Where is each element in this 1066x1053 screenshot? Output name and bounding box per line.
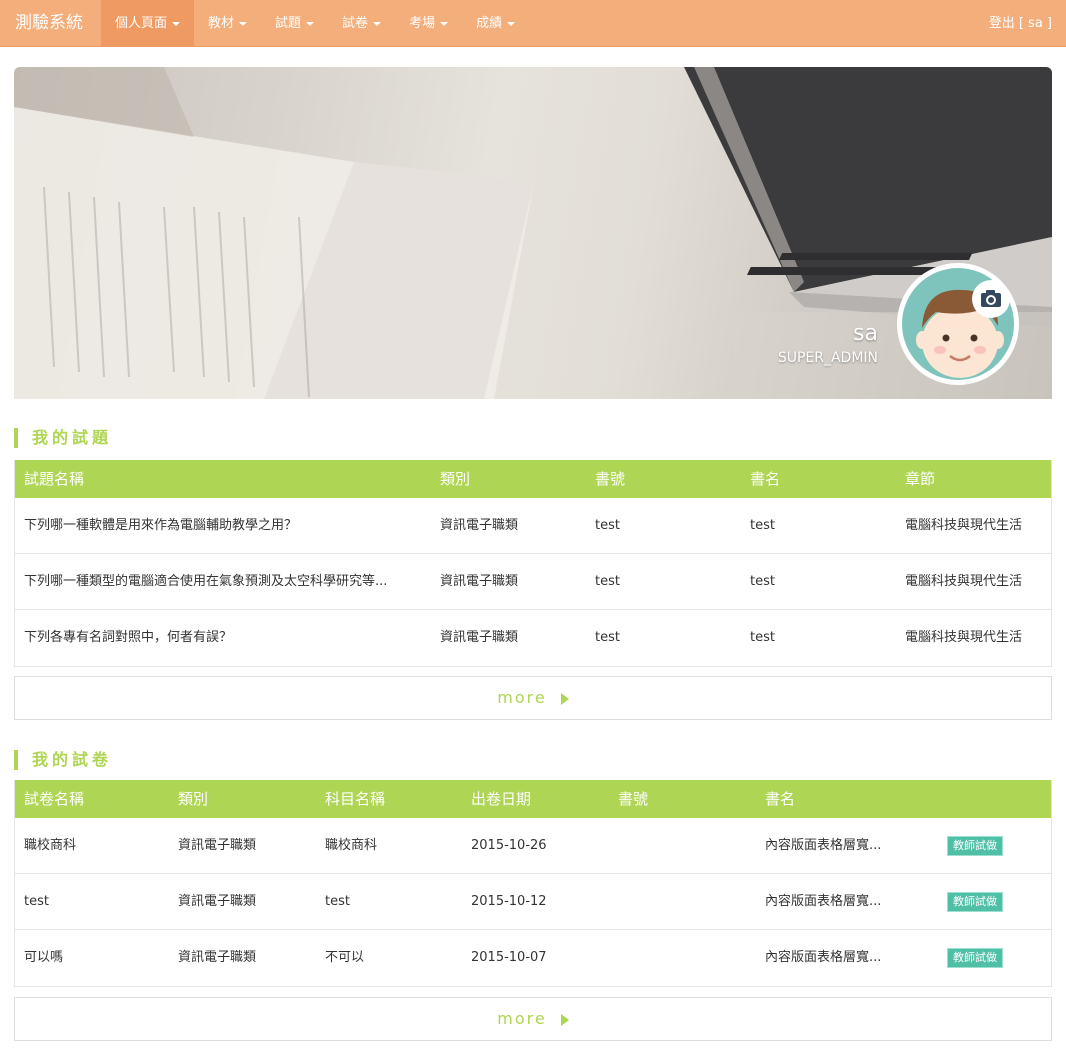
table-cell: 2015-10-26 bbox=[471, 838, 547, 853]
camera-icon bbox=[981, 290, 1001, 307]
table-cell: 職校商科 bbox=[325, 838, 378, 853]
nav-item-label: 試卷 bbox=[342, 16, 369, 31]
caret-down-icon bbox=[172, 21, 181, 26]
badge-cell: 教師試做 bbox=[938, 818, 1051, 873]
nav-item-1[interactable]: 教材 bbox=[194, 0, 261, 47]
table-cell: test bbox=[325, 894, 350, 909]
table-cell: 電腦科技與現代生活 bbox=[905, 574, 1023, 589]
table-cell: 內容版面表格層寬... bbox=[765, 838, 882, 853]
table-cell: 資訊電子職類 bbox=[178, 950, 257, 965]
table-cell: 資訊電子職類 bbox=[178, 894, 257, 909]
nav-item-label: 個人頁面 bbox=[115, 16, 168, 31]
caret-down-icon bbox=[373, 21, 382, 26]
nav-item-label: 試題 bbox=[275, 16, 302, 31]
table-cell: 2015-10-12 bbox=[471, 894, 547, 909]
table-cell bbox=[609, 930, 756, 986]
exams-table-header: 試卷名稱 類別 科目名稱 出卷日期 書號 書名 bbox=[15, 780, 1051, 818]
questions-section-title: 我的試題 bbox=[14, 428, 112, 448]
teacher-trial-button[interactable]: 教師試做 bbox=[947, 947, 1003, 968]
caret-down-icon bbox=[507, 21, 516, 26]
nav-item-4[interactable]: 考場 bbox=[395, 0, 462, 47]
badge-cell: 教師試做 bbox=[938, 874, 1051, 929]
nav-item-0[interactable]: 個人頁面 bbox=[101, 0, 195, 47]
table-row[interactable]: test 資訊電子職類 test 2015-10-12 內容版面表格層寬... 教師試做 bbox=[15, 874, 1051, 930]
nav-item-label: 考場 bbox=[409, 16, 436, 31]
nav-item-label: 教材 bbox=[208, 16, 235, 31]
table-cell: test bbox=[750, 630, 775, 645]
nav-item-2[interactable]: 試題 bbox=[261, 0, 328, 47]
table-cell: 電腦科技與現代生活 bbox=[905, 518, 1023, 533]
table-row[interactable]: 下列各專有名詞對照中，何者有誤？ 資訊電子職類 test test 電腦科技與現代生活 bbox=[15, 610, 1051, 666]
questions-more-button[interactable]: more bbox=[14, 676, 1052, 720]
table-cell: 資訊電子職類 bbox=[440, 630, 519, 645]
nav-item-3[interactable]: 試卷 bbox=[328, 0, 395, 47]
banner-photo bbox=[14, 67, 1052, 399]
table-cell: 下列哪一種軟體是用來作為電腦輔助教學之用？ bbox=[24, 518, 298, 533]
column-header[interactable]: 科目名稱 bbox=[316, 780, 462, 818]
table-row[interactable]: 下列哪一種類型的電腦適合使用在氣象預測及太空科學研究等... 資訊電子職類 test… bbox=[15, 554, 1051, 610]
column-header[interactable]: 書號 bbox=[609, 780, 756, 818]
table-cell: test bbox=[595, 518, 620, 533]
table-cell: 不可以 bbox=[325, 950, 365, 965]
table-row[interactable]: 職校商科 資訊電子職類 職校商科 2015-10-26 內容版面表格層寬... 教師試做 bbox=[15, 818, 1051, 874]
column-header[interactable]: 章節 bbox=[896, 460, 1051, 498]
table-cell: test bbox=[595, 574, 620, 589]
nav-menu: 個人頁面 教材 試題 試卷 考場 成績 bbox=[101, 0, 529, 47]
table-cell bbox=[609, 874, 756, 929]
profile-banner: sa SUPER_ADMIN bbox=[14, 67, 1052, 399]
table-cell: 職校商科 bbox=[24, 838, 77, 853]
table-cell: test bbox=[24, 894, 49, 909]
caret-down-icon bbox=[440, 21, 449, 26]
column-header[interactable]: 書號 bbox=[586, 460, 741, 498]
badge-cell: 教師試做 bbox=[938, 930, 1051, 986]
questions-table: 試題名稱 類別 書號 書名 章節 下列哪一種軟體是用來作為電腦輔助教學之用？ 資訊電子職類… bbox=[14, 460, 1052, 667]
column-header[interactable]: 書名 bbox=[741, 460, 896, 498]
table-cell: 資訊電子職類 bbox=[440, 574, 519, 589]
table-cell: 下列哪一種類型的電腦適合使用在氣象預測及太空科學研究等... bbox=[24, 574, 388, 589]
table-cell: test bbox=[750, 574, 775, 589]
questions-table-header: 試題名稱 類別 書號 書名 章節 bbox=[15, 460, 1051, 498]
top-navbar: 測驗系統 個人頁面 教材 試題 試卷 考場 成績 登出 [ sa ] bbox=[0, 0, 1066, 47]
table-cell: test bbox=[750, 518, 775, 533]
more-label: more bbox=[497, 1009, 547, 1028]
table-cell: 資訊電子職類 bbox=[440, 518, 519, 533]
table-row[interactable]: 可以嗎 資訊電子職類 不可以 2015-10-07 內容版面表格層寬... 教師試做 bbox=[15, 930, 1051, 986]
table-cell: test bbox=[595, 630, 620, 645]
triangle-right-icon bbox=[560, 1013, 569, 1026]
table-cell: 可以嗎 bbox=[24, 950, 64, 965]
column-header[interactable]: 試卷名稱 bbox=[15, 780, 169, 818]
caret-down-icon bbox=[239, 21, 248, 26]
exams-more-button[interactable]: more bbox=[14, 997, 1052, 1041]
column-header[interactable] bbox=[938, 780, 1051, 818]
teacher-trial-button[interactable]: 教師試做 bbox=[947, 891, 1003, 912]
column-header[interactable]: 試題名稱 bbox=[15, 460, 431, 498]
table-cell: 電腦科技與現代生活 bbox=[905, 630, 1023, 645]
column-header[interactable]: 類別 bbox=[169, 780, 316, 818]
profile-role: SUPER_ADMIN bbox=[777, 350, 878, 366]
nav-item-label: 成績 bbox=[476, 16, 503, 31]
table-cell: 內容版面表格層寬... bbox=[765, 950, 882, 965]
logout-link[interactable]: 登出 [ sa ] bbox=[989, 0, 1052, 47]
exams-table: 試卷名稱 類別 科目名稱 出卷日期 書號 書名 職校商科 資訊電子職類 職校商科 2015-10… bbox=[14, 780, 1052, 987]
profile-name: sa bbox=[853, 321, 878, 346]
brand-title[interactable]: 測驗系統 bbox=[15, 0, 83, 47]
nav-item-5[interactable]: 成績 bbox=[462, 0, 529, 47]
more-label: more bbox=[497, 688, 547, 707]
table-cell: 內容版面表格層寬... bbox=[765, 894, 882, 909]
change-avatar-button[interactable] bbox=[972, 280, 1010, 318]
table-cell: 資訊電子職類 bbox=[178, 838, 257, 853]
column-header[interactable]: 出卷日期 bbox=[462, 780, 609, 818]
teacher-trial-button[interactable]: 教師試做 bbox=[947, 835, 1003, 856]
table-cell: 2015-10-07 bbox=[471, 950, 547, 965]
column-header[interactable]: 類別 bbox=[431, 460, 586, 498]
exams-section-title: 我的試卷 bbox=[14, 750, 112, 770]
triangle-right-icon bbox=[560, 692, 569, 705]
table-row[interactable]: 下列哪一種軟體是用來作為電腦輔助教學之用？ 資訊電子職類 test test 電腦科技與… bbox=[15, 498, 1051, 554]
table-cell: 下列各專有名詞對照中，何者有誤？ bbox=[24, 630, 233, 645]
column-header[interactable]: 書名 bbox=[756, 780, 938, 818]
table-cell bbox=[609, 818, 756, 873]
caret-down-icon bbox=[306, 21, 315, 26]
